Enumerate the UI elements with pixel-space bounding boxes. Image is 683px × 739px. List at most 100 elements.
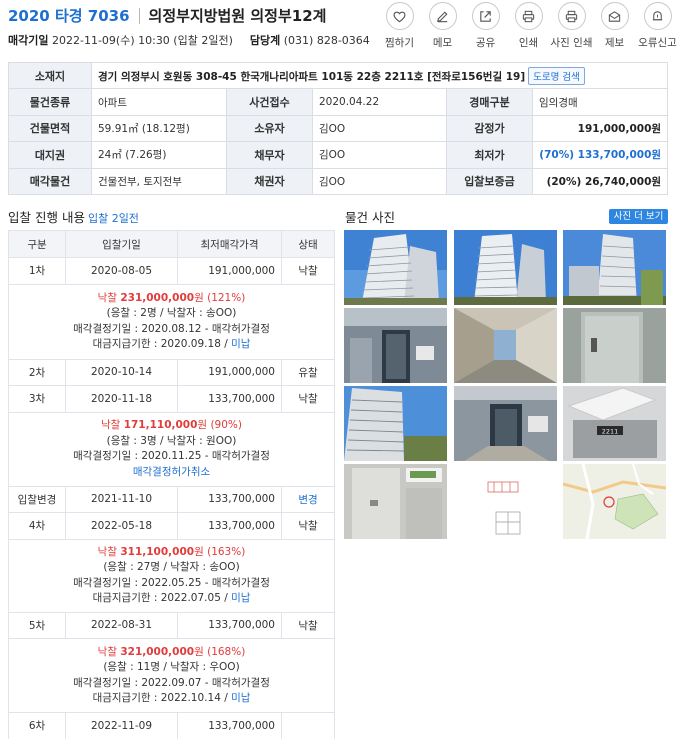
price-cell: 191,000,000 [177,257,282,285]
bell-icon [652,10,663,20]
dept-phone: (031) 828-0364 [283,34,370,47]
photo-print-label: 사진 인쇄 [550,37,593,49]
win-rate: (163%) [207,545,246,558]
debtor-value: 김OO [312,141,447,169]
appraisal-label: 감정가 [446,114,533,143]
header: 2020 타경 7036 의정부지방법원 의정부12계 매각기일 2022-11… [0,0,683,58]
bid-result-detail: 낙찰 311,100,000원 (163%) (응찰 : 27명 / 낙찰자 :… [8,538,335,613]
appraisal-value: 191,000,000원 [531,114,669,143]
property-photo[interactable] [563,230,666,305]
col-date: 입찰기일 [65,230,178,258]
report-label: 제보 [604,37,625,49]
status-cell: 유찰 [281,358,335,386]
property-info-table: 소재지 경기 의정부시 호원동 308-45 한국개나리아파트 101동 22층… [8,61,669,195]
table-row: 1차 2020-08-05 191,000,000 낙찰 [8,257,335,285]
mailbox-photo: 2211 [563,386,666,461]
property-photo[interactable] [454,308,557,383]
type-value: 아파트 [91,88,227,116]
apartment-photo [454,230,557,305]
property-photo[interactable] [344,230,447,305]
creditor-label: 채권자 [226,167,313,195]
area-label: 건물면적 [8,114,92,143]
bidders-info: (응찰 : 3명 / 낙찰자 : 원OO) [106,434,237,447]
round-cell: 3차 [8,385,66,413]
col-round: 구분 [8,230,66,258]
map-image [563,464,666,539]
property-photo[interactable] [563,308,666,383]
door-photo [563,308,666,383]
date-cell: 2021-11-10 [65,485,178,513]
sale-items-label: 매각물건 [8,167,92,195]
status-cell: 낙찰 [281,611,335,639]
favorite-button[interactable]: 찜하기 [378,2,421,50]
win-rate: (121%) [207,291,246,304]
bid-result-detail: 낙찰 321,000,000원 (168%) (응찰 : 11명 / 낙찰자 :… [8,638,335,713]
owner-value: 김OO [312,114,447,143]
toolbar: 찜하기 메모 공유 인쇄 사진 인쇄 제보 오류신고 [378,2,679,50]
property-photo[interactable] [344,464,447,539]
table-row: 입찰변경 2021-11-10 133,700,000 변경 [8,485,335,513]
payment-info: 대금지급기한 : 2022.07.05 / 미납 [9,591,334,607]
bidders-info: (응찰 : 11명 / 낙찰자 : 우OO) [103,661,240,673]
payment-deadline: 대금지급기한 : 2020.09.18 / [92,338,228,350]
more-photos-button[interactable]: 사진 더 보기 [609,209,668,224]
property-photo[interactable] [454,386,557,461]
floor-plan-image [454,464,557,539]
payment-deadline: 대금지급기한 : 2022.10.14 / [92,692,228,704]
error-report-label: 오류신고 [638,37,677,49]
bid-section-title: 입찰 진행 내용 입찰 2일전 [8,207,139,226]
win-prefix: 낙찰 [101,419,121,431]
error-report-button[interactable]: 오류신고 [636,2,679,50]
bid-result-detail: 낙찰 231,000,000원 (121%) (응찰 : 2명 / 낙찰자 : … [8,283,335,360]
payment-info: 대금지급기한 : 2020.09.18 / 미납 [9,337,334,353]
win-rate: (168%) [207,645,246,658]
road-search-button[interactable]: 도로명 검색 [528,66,585,85]
print-button[interactable]: 인쇄 [507,2,550,50]
door-number: 2211 [602,428,619,436]
printer-icon [522,10,535,22]
receipt-value: 2020.04.22 [312,88,447,116]
case-number: 2020 타경 7036 [8,7,130,25]
price-cell: 133,700,000 [177,611,282,639]
win-amount: 231,000,000 [120,291,195,304]
table-row: 6차 2022-11-09 133,700,000 [8,712,335,739]
property-photo[interactable]: 2211 [563,386,666,461]
type-label: 물건종류 [8,88,92,116]
favorite-label: 찜하기 [385,37,414,49]
table-row: 4차 2022-05-18 133,700,000 낙찰 [8,512,335,540]
memo-button[interactable]: 메모 [421,2,464,50]
property-photo[interactable] [563,464,666,539]
report-button[interactable]: 제보 [593,2,636,50]
table-row: 5차 2022-08-31 133,700,000 낙찰 [8,611,335,639]
payment-status-link[interactable]: 미납 [231,592,250,604]
share-button[interactable]: 공유 [464,2,507,50]
round-cell: 2차 [8,358,66,386]
property-photo[interactable] [344,308,447,383]
status-cell: 낙찰 [281,257,335,285]
date-cell: 2020-10-14 [65,358,178,386]
area-value: 59.91㎡ (18.12평) [91,114,227,143]
land-label: 대지권 [8,141,92,169]
date-cell: 2020-08-05 [65,257,178,285]
table-row: 3차 2020-11-18 133,700,000 낙찰 [8,385,335,413]
photo-print-button[interactable]: 사진 인쇄 [550,2,593,50]
auction-type-value: 임의경매 [531,88,669,116]
date-cell: 2022-08-31 [65,611,178,639]
sale-date-label: 매각기일 [8,34,49,47]
apartment-photo [344,230,447,305]
property-photo[interactable] [454,464,557,539]
land-value: 24㎡ (7.26평) [91,141,227,169]
envelope-icon [608,10,621,22]
property-photo[interactable] [344,386,447,461]
print-label: 인쇄 [518,37,539,49]
payment-status-link[interactable]: 미납 [231,338,250,350]
dept-label: 담당계 [249,34,281,47]
price-cell: 133,700,000 [177,385,282,413]
win-prefix: 낙찰 [97,645,117,658]
win-won: 원 [194,291,204,304]
date-cell: 2022-11-09 [65,712,178,739]
auction-type-label: 경매구분 [446,88,533,116]
payment-status-link[interactable]: 미납 [231,692,250,704]
cancel-link[interactable]: 매각결정허가취소 [9,465,334,481]
property-photo[interactable] [454,230,557,305]
